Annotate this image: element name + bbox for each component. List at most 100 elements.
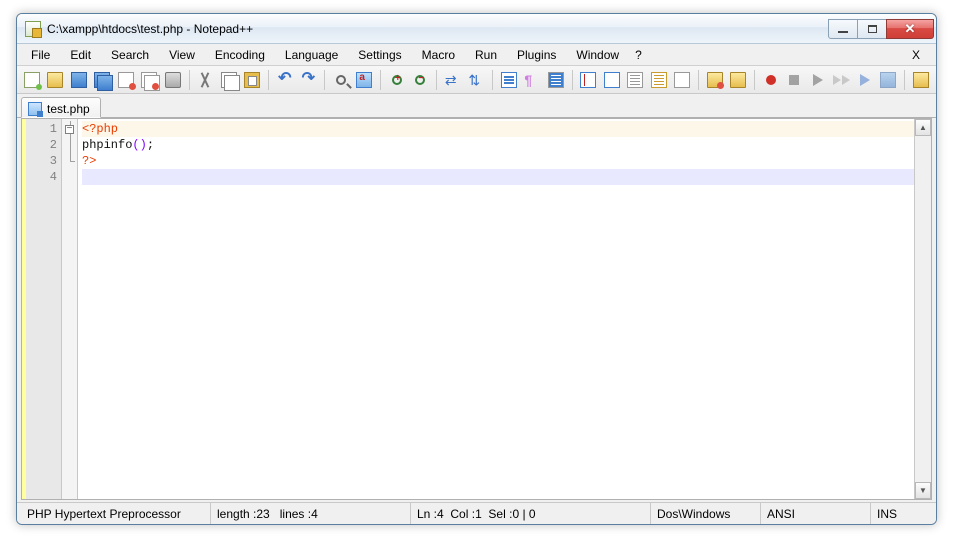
sync-h-button[interactable]: ⇅: [466, 69, 488, 91]
monitor-button[interactable]: [910, 69, 932, 91]
maximize-button[interactable]: [857, 19, 887, 39]
stop-icon: [789, 75, 799, 85]
paste-icon: [244, 72, 260, 88]
menu-macro[interactable]: Macro: [412, 46, 465, 64]
new-button[interactable]: [21, 69, 43, 91]
show-all-chars-button[interactable]: ¶: [522, 69, 544, 91]
status-insert-mode[interactable]: INS: [871, 503, 932, 524]
paste-button[interactable]: [242, 69, 264, 91]
code-line[interactable]: ?>: [82, 153, 914, 169]
save-all-button[interactable]: [92, 69, 114, 91]
toolbar-separator: [189, 70, 190, 90]
menubar: File Edit Search View Encoding Language …: [17, 44, 936, 66]
folder-icon: [730, 72, 746, 88]
menu-search[interactable]: Search: [101, 46, 159, 64]
func-list-button[interactable]: [648, 69, 670, 91]
status-eol[interactable]: Dos\Windows: [651, 503, 761, 524]
doc-map-icon: [604, 72, 620, 88]
tab-test-php[interactable]: test.php: [21, 97, 101, 118]
menu-help[interactable]: ?: [629, 46, 648, 64]
undo-button[interactable]: ↶: [274, 69, 296, 91]
status-length: length : 23 lines : 4: [211, 503, 411, 524]
zoom-in-button[interactable]: [386, 69, 408, 91]
save-macro-icon: [880, 72, 896, 88]
folder-plain-button[interactable]: [728, 69, 750, 91]
code-line[interactable]: [82, 169, 914, 185]
wordwrap-button[interactable]: [498, 69, 520, 91]
fold-gutter: −: [62, 119, 78, 499]
replace-button[interactable]: [354, 69, 376, 91]
doc-map-button[interactable]: [601, 69, 623, 91]
zoom-out-button[interactable]: [410, 69, 432, 91]
vertical-scrollbar[interactable]: ▲ ▼: [914, 119, 931, 499]
indent-guide-button[interactable]: [545, 69, 567, 91]
scroll-down-button[interactable]: ▼: [915, 482, 931, 499]
macro-play-multi-button[interactable]: [831, 69, 853, 91]
menu-settings[interactable]: Settings: [348, 46, 411, 64]
indent-guide-icon: [548, 72, 564, 88]
copy-button[interactable]: [218, 69, 240, 91]
menu-run[interactable]: Run: [465, 46, 507, 64]
find-button[interactable]: [330, 69, 352, 91]
statusbar: PHP Hypertext Preprocessor length : 23 l…: [17, 502, 936, 524]
line-number: 3: [26, 153, 57, 169]
macro-save-button[interactable]: [878, 69, 900, 91]
close-file-button[interactable]: [115, 69, 137, 91]
play-icon: [813, 74, 823, 86]
new-file-icon: [24, 72, 40, 88]
monitor-icon: [913, 72, 929, 88]
fold-marker[interactable]: −: [62, 121, 77, 137]
macro-play-rec-button[interactable]: [854, 69, 876, 91]
folder-button[interactable]: [672, 69, 694, 91]
menu-close-doc[interactable]: X: [900, 46, 932, 64]
menu-plugins[interactable]: Plugins: [507, 46, 566, 64]
fold-marker[interactable]: [62, 153, 77, 169]
code-area[interactable]: <?phpphpinfo();?>: [78, 119, 914, 499]
print-icon: [165, 72, 181, 88]
doc-list-button[interactable]: [625, 69, 647, 91]
save-button[interactable]: [68, 69, 90, 91]
menu-window[interactable]: Window: [566, 46, 629, 64]
code-line[interactable]: phpinfo();: [82, 137, 914, 153]
sync-v-button[interactable]: ⇄: [442, 69, 464, 91]
menu-view[interactable]: View: [159, 46, 205, 64]
fold-marker[interactable]: [62, 169, 77, 185]
function-list-icon: [651, 72, 667, 88]
line-number-gutter: 1234: [26, 119, 62, 499]
macro-record-button[interactable]: [760, 69, 782, 91]
macro-play-button[interactable]: [807, 69, 829, 91]
close-all-button[interactable]: [139, 69, 161, 91]
scroll-track[interactable]: [915, 136, 931, 482]
menu-language[interactable]: Language: [275, 46, 348, 64]
save-all-icon: [94, 72, 110, 88]
close-button[interactable]: ✕: [886, 19, 934, 39]
code-line[interactable]: <?php: [82, 121, 914, 137]
app-icon: [25, 21, 41, 37]
minimize-button[interactable]: [828, 19, 858, 39]
user-language-icon: [580, 72, 596, 88]
status-position: Ln : 4 Col : 1 Sel : 0 | 0: [411, 503, 651, 524]
redo-button[interactable]: ↷: [298, 69, 320, 91]
play-multi-icon: [833, 75, 850, 85]
redo-icon: ↷: [300, 72, 316, 88]
status-encoding[interactable]: ANSI: [761, 503, 871, 524]
toolbar: ↶ ↷ ⇄ ⇅ ¶: [17, 66, 936, 94]
folder-red-button[interactable]: [704, 69, 726, 91]
app-window: C:\xampp\htdocs\test.php - Notepad++ ✕ F…: [16, 13, 937, 525]
file-icon: [28, 102, 42, 116]
fold-marker[interactable]: [62, 137, 77, 153]
cut-button[interactable]: [195, 69, 217, 91]
macro-stop-button[interactable]: [784, 69, 806, 91]
open-button[interactable]: [45, 69, 67, 91]
menu-file[interactable]: File: [21, 46, 60, 64]
menu-encoding[interactable]: Encoding: [205, 46, 275, 64]
menu-edit[interactable]: Edit: [60, 46, 101, 64]
line-number: 1: [26, 121, 57, 137]
toolbar-separator: [754, 70, 755, 90]
editor: 1234 − <?phpphpinfo();?> ▲ ▼: [21, 118, 932, 500]
print-button[interactable]: [162, 69, 184, 91]
undo-icon: ↶: [277, 72, 293, 88]
doc-list-icon: [627, 72, 643, 88]
scroll-up-button[interactable]: ▲: [915, 119, 931, 136]
user-lang-button[interactable]: [578, 69, 600, 91]
